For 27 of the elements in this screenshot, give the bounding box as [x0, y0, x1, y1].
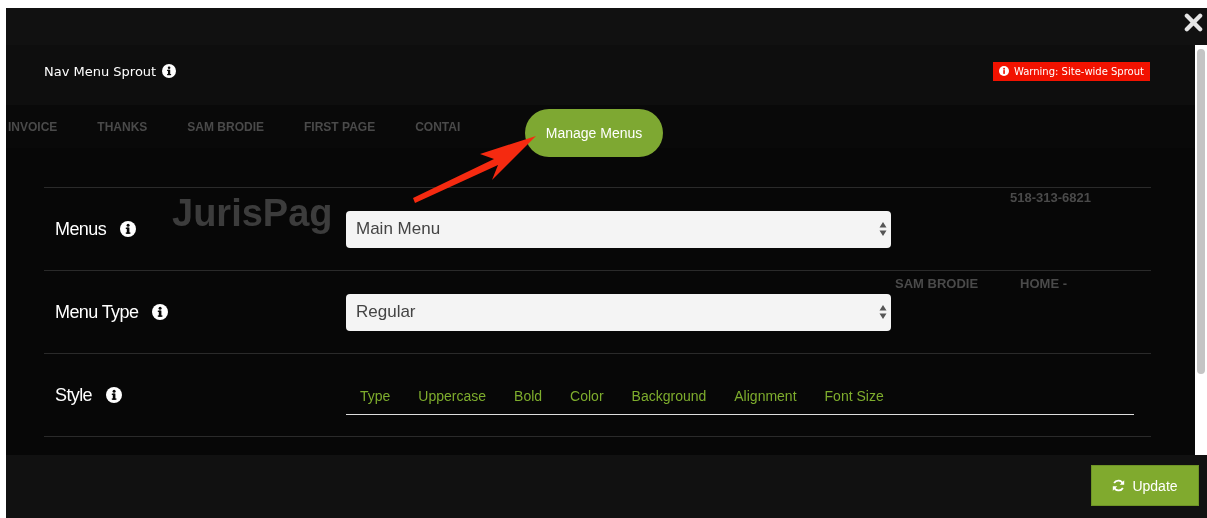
modal-title: Nav Menu Sprout	[44, 63, 157, 79]
style-tab[interactable]: Uppercase	[418, 387, 487, 404]
scrollbar[interactable]	[1195, 45, 1207, 455]
refresh-icon	[1112, 479, 1126, 492]
field-label: Menus	[55, 218, 107, 240]
close-icon[interactable]	[1184, 13, 1203, 32]
style-tab[interactable]: Font Size	[824, 387, 884, 404]
info-icon[interactable]	[152, 304, 169, 320]
info-icon	[998, 66, 1009, 76]
select-value: Regular	[356, 302, 416, 322]
select-field[interactable]: Regular	[346, 293, 891, 331]
style-tab[interactable]: Background	[631, 387, 707, 404]
up-down-arrows-icon	[879, 304, 887, 320]
warning-text: Warning: Site-wide Sprout	[1013, 65, 1144, 77]
style-tab[interactable]: Type	[360, 387, 391, 404]
style-tab[interactable]: Alignment	[734, 387, 797, 404]
info-icon[interactable]	[162, 64, 177, 78]
select-value: Main Menu	[356, 219, 441, 239]
field-label: Style	[55, 384, 93, 406]
info-icon[interactable]	[106, 387, 123, 403]
field-label: Menu Type	[55, 301, 139, 323]
up-down-arrows-icon	[879, 221, 887, 237]
style-tab[interactable]: Color	[570, 387, 604, 404]
info-icon[interactable]	[120, 221, 137, 237]
select-field[interactable]: Main Menu	[346, 210, 891, 248]
style-tab[interactable]: Bold	[514, 387, 543, 404]
background-phone: 518-313-6821	[1010, 190, 1091, 205]
